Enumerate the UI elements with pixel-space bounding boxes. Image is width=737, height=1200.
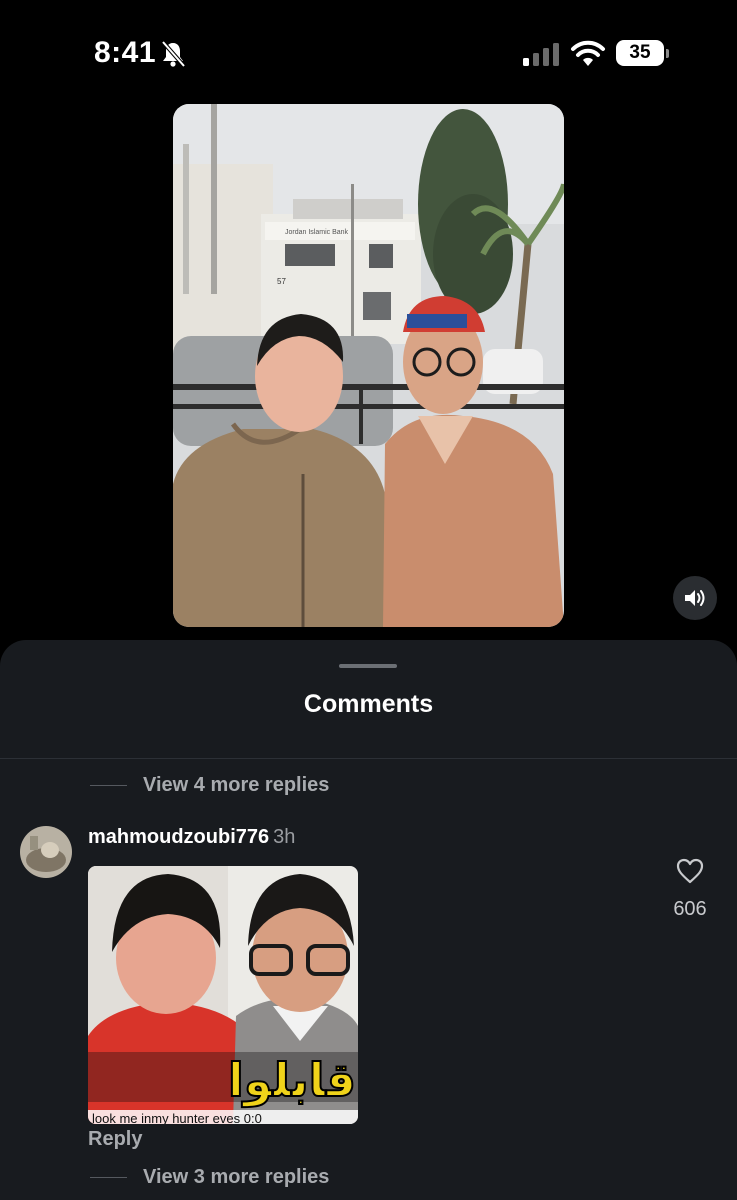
status-time: 8:41 xyxy=(94,36,157,69)
view-more-replies-label: View 3 more replies xyxy=(143,1166,330,1188)
view-more-replies-top[interactable]: View 4 more replies xyxy=(90,774,329,797)
replies-line xyxy=(90,1177,127,1178)
signal-icon xyxy=(523,43,559,66)
battery-nub xyxy=(666,49,669,58)
comment-time: 3h xyxy=(273,826,296,848)
comments-title: Comments xyxy=(303,690,434,718)
wifi-icon xyxy=(571,40,605,66)
heart-icon[interactable] xyxy=(676,858,704,884)
avatar-image xyxy=(20,826,72,878)
replies-line xyxy=(90,785,127,786)
like-count: 606 xyxy=(673,898,707,920)
media-caption: look me inmy hunter eves 0:0 xyxy=(92,1111,262,1124)
comment-image[interactable]: قابلوا look me inmy hunter eves 0:0 xyxy=(88,866,358,1124)
comment-image-content: قابلوا xyxy=(88,866,358,1124)
bell-slash-icon xyxy=(161,40,186,68)
sheet-divider xyxy=(0,758,737,759)
view-more-replies-bottom[interactable]: View 3 more replies xyxy=(90,1166,329,1189)
video-frame-image: Jordan Islamic Bank 57 xyxy=(173,104,564,627)
avatar[interactable] xyxy=(20,826,72,878)
status-bar: 8:41 35 xyxy=(0,0,737,100)
battery-level: 35 xyxy=(616,40,664,66)
video-player[interactable]: Jordan Islamic Bank 57 xyxy=(173,104,564,627)
comment-header: mahmoudzoubi776 3h xyxy=(88,826,295,849)
sheet-drag-handle[interactable] xyxy=(339,664,397,668)
comments-sheet: Comments View 4 more replies mahmoudzoub… xyxy=(0,640,737,1200)
bank-sign: Jordan Islamic Bank xyxy=(285,229,349,236)
media-overlay-text: قابلوا xyxy=(228,1053,356,1107)
comment-username[interactable]: mahmoudzoubi776 xyxy=(88,826,269,848)
reply-button[interactable]: Reply xyxy=(88,1128,142,1151)
battery-icon: 35 xyxy=(616,40,670,68)
building-number: 57 xyxy=(277,277,286,286)
view-more-replies-label: View 4 more replies xyxy=(143,774,330,796)
sound-button[interactable] xyxy=(673,576,717,620)
speaker-icon xyxy=(685,590,705,606)
